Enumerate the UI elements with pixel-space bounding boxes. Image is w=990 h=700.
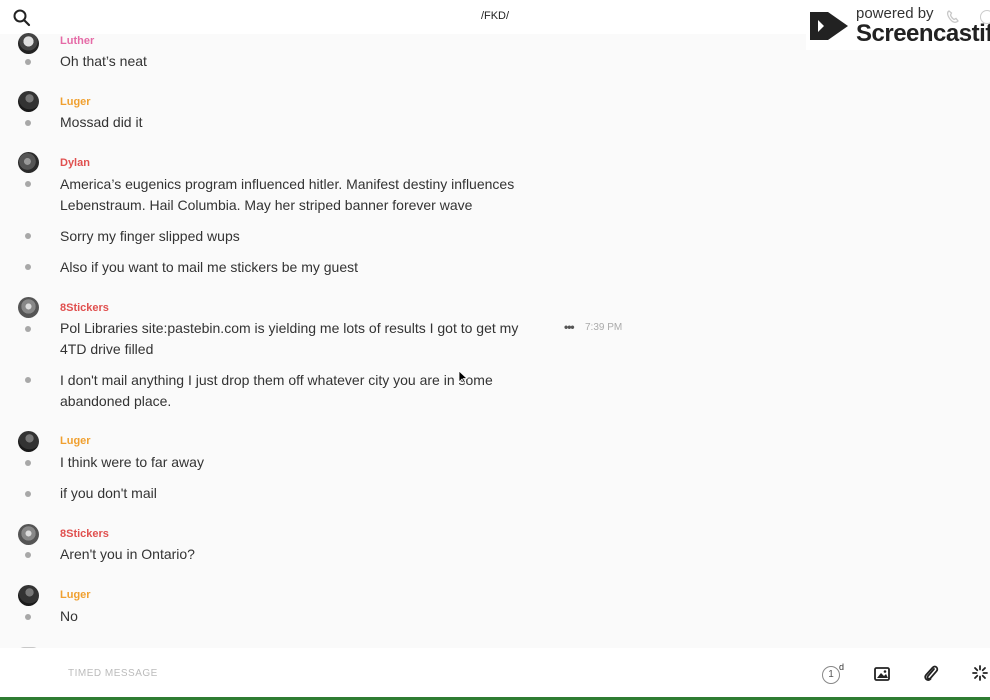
screencastify-watermark: powered by Screencastify xyxy=(806,0,990,50)
message-text: Oh that’s neat xyxy=(60,53,147,69)
message-text: Aren't you in Ontario? xyxy=(60,546,195,562)
message-author[interactable]: Luger xyxy=(60,589,91,601)
avatar[interactable] xyxy=(18,91,39,112)
message-author[interactable]: Luger xyxy=(60,96,91,108)
message-status-dot xyxy=(25,181,31,187)
message-author[interactable]: 8Stickers xyxy=(60,528,109,540)
message-timestamp: 7:39 PM xyxy=(585,322,623,333)
watermark-brand: Screencastify xyxy=(856,20,990,47)
message-more-options[interactable]: ••• xyxy=(564,320,575,334)
mouse-cursor-icon xyxy=(458,370,469,384)
message-author[interactable]: 8Stickers xyxy=(60,302,109,314)
message-status-dot xyxy=(25,326,31,332)
avatar[interactable] xyxy=(18,431,39,452)
message-text: Pol Libraries site:pastebin.com is yield… xyxy=(60,320,519,357)
image-icon[interactable] xyxy=(873,665,891,683)
message-text: Also if you want to mail me stickers be … xyxy=(60,259,358,275)
message-status-dot xyxy=(25,614,31,620)
message-status-dot xyxy=(25,233,31,239)
message-input[interactable]: TIMED MESSAGE xyxy=(68,668,158,679)
timer-value: 1 xyxy=(822,666,840,684)
message-text: I think were to far away xyxy=(60,454,204,470)
avatar[interactable] xyxy=(18,297,39,318)
message-text: I don't mail anything I just drop them o… xyxy=(60,372,493,409)
timer-button[interactable]: 1 d xyxy=(822,662,845,684)
message-status-dot xyxy=(25,491,31,497)
message-text: America’s eugenics program influenced hi… xyxy=(60,176,515,213)
phone-icon[interactable] xyxy=(946,10,960,24)
message-author[interactable]: Luger xyxy=(60,435,91,447)
message-text: Mossad did it xyxy=(60,114,143,130)
message-status-dot xyxy=(25,552,31,558)
loading-spinner-icon[interactable] xyxy=(972,665,988,681)
message-list[interactable]: Luther Oh that’s neat Luger Mossad did i… xyxy=(0,30,990,648)
timer-unit: d xyxy=(839,662,845,672)
message-status-dot xyxy=(25,460,31,466)
avatar[interactable] xyxy=(18,524,39,545)
message-text: Sorry my finger slipped wups xyxy=(60,228,240,244)
message-status-dot xyxy=(25,120,31,126)
info-icon[interactable] xyxy=(980,10,990,24)
message-text: if you don't mail xyxy=(60,485,157,501)
message-text: No xyxy=(60,608,78,624)
message-composer: TIMED MESSAGE 1 d xyxy=(0,648,990,700)
avatar[interactable] xyxy=(18,33,39,54)
avatar[interactable] xyxy=(18,152,39,173)
message-author[interactable]: Dylan xyxy=(60,157,90,169)
avatar[interactable] xyxy=(18,585,39,606)
message-status-dot xyxy=(25,377,31,383)
message-status-dot xyxy=(25,59,31,65)
attachment-icon[interactable] xyxy=(922,664,940,684)
message-status-dot xyxy=(25,264,31,270)
message-author[interactable]: Luther xyxy=(60,35,94,47)
screencastify-logo-icon xyxy=(808,8,854,44)
